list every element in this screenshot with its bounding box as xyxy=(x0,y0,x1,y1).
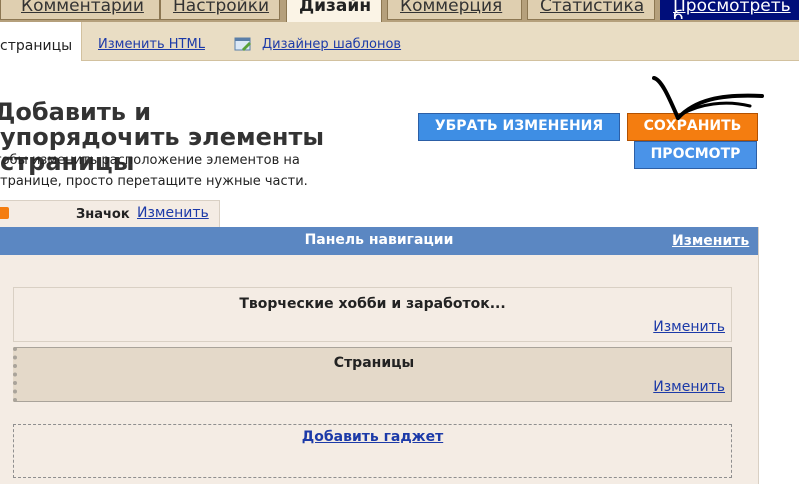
page-description: тобы изменить расположение элементов на … xyxy=(0,153,308,189)
save-button[interactable]: СОХРАНИТЬ xyxy=(627,113,758,141)
favicon-label: Значок xyxy=(76,207,130,222)
sub-navigation: страницы Изменить HTML Дизайнер шаблонов xyxy=(0,22,799,61)
header-widget-edit-link[interactable]: Изменить xyxy=(653,319,725,335)
tab-view-blog[interactable]: Просмотреть б xyxy=(660,0,799,20)
subtab-template-designer[interactable]: Дизайнер шаблонов xyxy=(262,37,401,53)
pages-widget-title: Страницы xyxy=(333,355,415,371)
header-widget[interactable]: Творческие хобби и заработок... Изменить xyxy=(13,287,732,342)
pages-widget[interactable]: Страницы Изменить xyxy=(13,347,732,402)
favicon-edit-link[interactable]: Изменить xyxy=(137,205,209,221)
tab-settings[interactable]: Настройки xyxy=(160,0,280,20)
navbar-title: Панель навигации xyxy=(304,232,454,248)
tab-monetize[interactable]: Коммерция xyxy=(387,0,522,20)
revert-button[interactable]: УБРАТЬ ИЗМЕНЕНИЯ xyxy=(418,113,620,141)
preview-button[interactable]: ПРОСМОТР xyxy=(634,141,757,169)
pages-widget-edit-link[interactable]: Изменить xyxy=(653,379,725,395)
top-tab-bar: Комментарии Настройки Дизайн Коммерция С… xyxy=(0,0,799,23)
header-widget-title: Творческие хобби и заработок... xyxy=(239,296,506,312)
tab-comments[interactable]: Комментарии xyxy=(0,0,160,20)
tab-design[interactable]: Дизайн xyxy=(286,0,382,23)
blogger-icon xyxy=(0,207,9,219)
subtab-edit-html[interactable]: Изменить HTML xyxy=(98,37,205,53)
subtab-page-elements[interactable]: страницы xyxy=(0,22,82,61)
navbar-edit-link[interactable]: Изменить xyxy=(672,233,749,249)
add-gadget-link[interactable]: Добавить гаджет xyxy=(14,429,731,445)
template-designer-icon xyxy=(234,37,251,51)
navbar-widget: Панель навигации Изменить xyxy=(0,227,758,255)
add-gadget-box: Добавить гаджет xyxy=(13,424,732,478)
tab-stats[interactable]: Статистика xyxy=(527,0,655,20)
